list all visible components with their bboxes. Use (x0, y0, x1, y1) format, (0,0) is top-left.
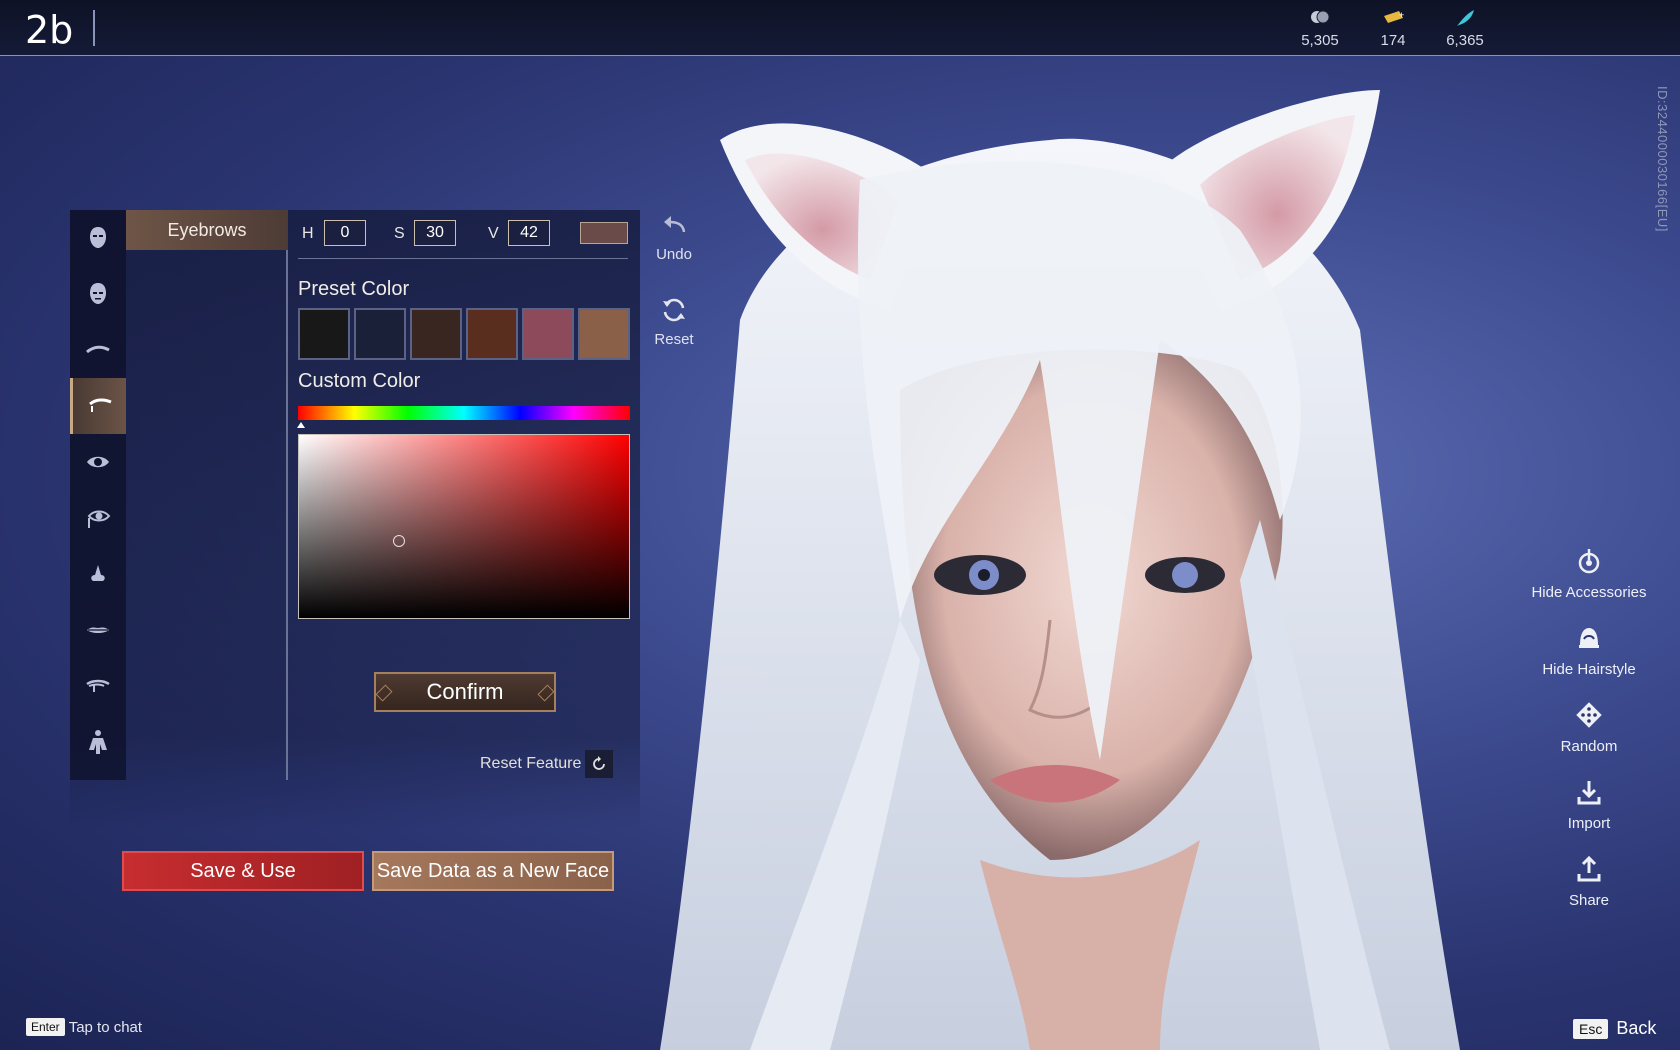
category-mouth[interactable] (70, 602, 126, 658)
reset-label: Reset (654, 331, 694, 348)
import-icon (1577, 781, 1601, 805)
currency-gold: + 174 (1358, 8, 1428, 49)
reset-icon (663, 298, 685, 322)
title-divider (93, 10, 95, 46)
brow-ridge-icon (86, 345, 110, 354)
preset-swatch[interactable] (466, 308, 518, 360)
svg-text:+: + (1399, 10, 1404, 20)
random-label: Random (1560, 738, 1618, 755)
subtab-eyebrows[interactable]: Eyebrows (126, 210, 288, 250)
hide-hairstyle-button[interactable]: Hide Hairstyle (1515, 623, 1663, 678)
gold-ticket-icon: + (1358, 8, 1428, 30)
hide-accessories-label: Hide Accessories (1531, 584, 1647, 601)
nose-icon (91, 565, 105, 581)
eye-icon (87, 456, 109, 468)
eye-detail-icon (87, 510, 111, 528)
category-icon-column (70, 210, 126, 780)
category-head-shape[interactable] (70, 210, 126, 266)
preset-color-title: Preset Color (298, 278, 410, 300)
category-eyebrows[interactable] (70, 378, 126, 434)
character-portrait (660, 90, 1460, 1050)
chat-hint[interactable]: Enter Tap to chat (26, 1018, 142, 1036)
accessory-icon (1578, 549, 1600, 574)
reset-feature-icon (585, 750, 614, 778)
mouth-icon (87, 627, 109, 633)
face-editor-panel: Eyebrows H 0 S 30 V 42 Preset Color Cust… (70, 210, 640, 830)
esc-key-hint: Esc (1573, 1018, 1609, 1039)
undo-button[interactable]: Undo (650, 210, 698, 263)
preset-swatch[interactable] (354, 308, 406, 360)
preset-name: 2b (25, 8, 74, 52)
hue-slider[interactable] (298, 406, 630, 420)
undo-icon (664, 216, 686, 233)
import-button[interactable]: Import (1515, 777, 1663, 832)
category-body[interactable] (70, 714, 126, 770)
preset-swatch[interactable] (298, 308, 350, 360)
v-label: V (488, 225, 499, 242)
divider (298, 258, 628, 259)
chat-label: Tap to chat (68, 1018, 143, 1036)
category-ear[interactable] (70, 658, 126, 714)
h-input[interactable]: 0 (324, 220, 366, 246)
current-color-swatch (580, 222, 628, 244)
face-shape-icon (90, 283, 106, 304)
save-and-use-button[interactable]: Save & Use (122, 851, 364, 891)
hsv-row: H 0 S 30 V 42 (298, 220, 638, 250)
subcategory-column: Eyebrows (126, 210, 288, 780)
category-eye[interactable] (70, 434, 126, 490)
reset-feature-label: Reset Feature (480, 755, 582, 772)
s-input[interactable]: 30 (414, 220, 456, 246)
import-label: Import (1567, 815, 1611, 832)
category-eye-detail[interactable] (70, 490, 126, 546)
share-button[interactable]: Share (1515, 854, 1663, 909)
saturation-value-picker[interactable] (298, 434, 630, 619)
preset-swatch[interactable] (578, 308, 630, 360)
category-face-shape[interactable] (70, 266, 126, 322)
category-nose[interactable] (70, 546, 126, 602)
preset-swatch[interactable] (522, 308, 574, 360)
currency-silver: 5,305 (1285, 8, 1355, 49)
custom-color-title: Custom Color (298, 370, 421, 392)
eyebrows-icon (88, 398, 112, 412)
feather-icon (1430, 8, 1500, 30)
dice-icon (1576, 702, 1602, 728)
enter-key-hint: Enter (26, 1018, 65, 1036)
top-bar: 2b 5,305 + 174 6,365 (0, 0, 1680, 56)
hue-slider-handle[interactable] (297, 422, 305, 428)
hairstyle-icon (1579, 628, 1599, 648)
preset-swatch[interactable] (410, 308, 462, 360)
undo-label: Undo (656, 246, 692, 263)
body-icon (89, 730, 107, 754)
silver-coin-icon (1285, 8, 1355, 30)
category-brow-ridge[interactable] (70, 322, 126, 378)
hide-hairstyle-label: Hide Hairstyle (1542, 661, 1636, 678)
s-label: S (394, 225, 405, 242)
ear-icon (86, 679, 110, 692)
character-id: ID:3244000030166[EU] (1655, 86, 1670, 232)
color-picker-cursor[interactable] (393, 535, 405, 547)
currency-feather: 6,365 (1430, 8, 1500, 49)
confirm-button[interactable]: Confirm (374, 672, 556, 712)
share-icon (1577, 855, 1601, 882)
hide-accessories-button[interactable]: Hide Accessories (1515, 546, 1663, 601)
back-label: Back (1616, 1018, 1657, 1038)
save-as-new-face-button[interactable]: Save Data as a New Face (372, 851, 614, 891)
reset-feature-button[interactable]: Reset Feature (480, 750, 614, 778)
reset-button[interactable]: Reset (650, 295, 698, 348)
back-button[interactable]: Esc Back (1573, 1018, 1656, 1039)
v-input[interactable]: 42 (508, 220, 550, 246)
share-label: Share (1568, 892, 1610, 909)
head-shape-icon (90, 227, 106, 248)
random-button[interactable]: Random (1515, 700, 1663, 755)
h-label: H (302, 225, 314, 242)
